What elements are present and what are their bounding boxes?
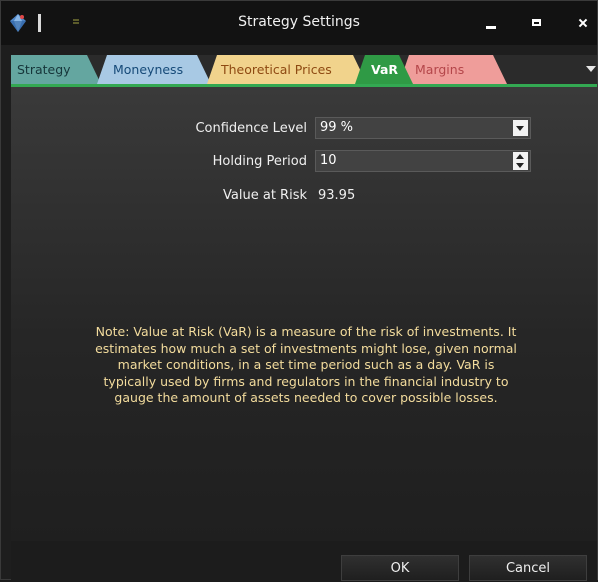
chevron-down-icon[interactable] bbox=[513, 120, 528, 136]
maximize-button[interactable] bbox=[522, 11, 552, 35]
holding-period-spinbox[interactable]: 10 bbox=[315, 150, 531, 172]
confidence-level-value: 99 % bbox=[320, 120, 354, 135]
confidence-level-label: Confidence Level bbox=[195, 121, 307, 136]
value-at-risk-label: Value at Risk bbox=[223, 188, 307, 203]
value-at-risk-value: 93.95 bbox=[318, 188, 356, 203]
tab-label: Moneyness bbox=[113, 62, 184, 77]
title-bar: Strategy Settings bbox=[1, 1, 597, 45]
var-panel: Confidence Level 99 % Holding Period 10 … bbox=[11, 87, 597, 541]
tab-label: Strategy bbox=[17, 62, 71, 77]
minimize-button[interactable] bbox=[476, 11, 506, 35]
ok-button[interactable]: OK bbox=[341, 555, 459, 581]
window-title: Strategy Settings bbox=[238, 14, 360, 30]
close-button[interactable] bbox=[566, 11, 596, 35]
tab-margins[interactable]: Margins bbox=[399, 55, 507, 84]
holding-period-value: 10 bbox=[320, 153, 337, 168]
strategy-settings-window: Strategy Settings Strategy Moneyness The… bbox=[0, 0, 598, 581]
tab-label: Margins bbox=[415, 62, 465, 77]
tab-strip: Strategy Moneyness Theoretical Prices Ma… bbox=[11, 55, 597, 85]
tab-strategy[interactable]: Strategy bbox=[11, 55, 101, 84]
cancel-button[interactable]: Cancel bbox=[469, 555, 587, 581]
var-note-text: Note: Value at Risk (VaR) is a measure o… bbox=[95, 324, 517, 406]
confidence-level-select[interactable]: 99 % bbox=[315, 117, 531, 139]
tab-var[interactable]: VaR bbox=[355, 55, 413, 84]
tab-theoretical-prices[interactable]: Theoretical Prices bbox=[207, 55, 367, 84]
tab-overflow-chevron-icon[interactable] bbox=[586, 66, 596, 72]
spin-up-icon[interactable] bbox=[516, 154, 524, 159]
tab-moneyness[interactable]: Moneyness bbox=[97, 55, 211, 84]
spin-down-icon[interactable] bbox=[516, 163, 524, 168]
tab-label: Theoretical Prices bbox=[221, 62, 332, 77]
spin-buttons[interactable] bbox=[513, 152, 528, 170]
holding-period-label: Holding Period bbox=[212, 154, 307, 169]
